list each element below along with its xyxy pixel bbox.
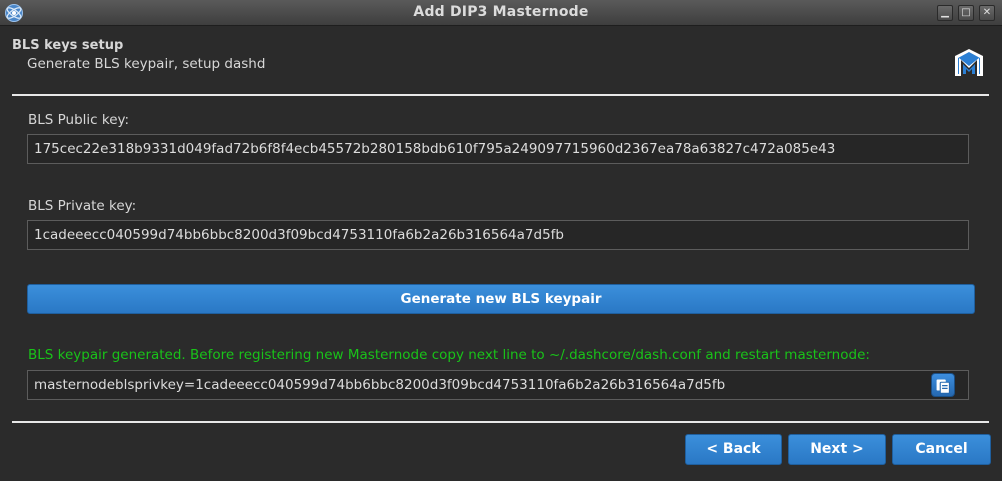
cancel-button[interactable]: Cancel [892,434,991,465]
page-subtitle: Generate BLS keypair, setup dashd [27,56,266,72]
copy-icon [936,379,950,394]
maximize-button[interactable]: □ [958,5,974,21]
public-key-field[interactable]: 175cec22e318b9331d049fad72b6f8f4ecb45572… [27,134,969,164]
back-button[interactable]: < Back [685,434,782,465]
header-divider [12,94,989,96]
next-button[interactable]: Next > [788,434,886,465]
page-title: BLS keys setup [12,38,124,53]
private-key-label: BLS Private key: [28,198,137,214]
dash-logo-icon [955,49,983,76]
copy-button[interactable] [931,373,955,397]
minimize-button[interactable]: ▁ [937,5,953,21]
window-titlebar: Add DIP3 Masternode ▁ □ ✕ [0,0,1002,26]
config-line-field[interactable]: masternodeblsprivkey=1cadeeecc040599d74b… [27,370,969,400]
generate-keypair-button[interactable]: Generate new BLS keypair [27,284,975,314]
public-key-label: BLS Public key: [28,112,130,128]
window-title: Add DIP3 Masternode [413,4,589,20]
close-button[interactable]: ✕ [979,5,995,21]
private-key-field[interactable]: 1cadeeecc040599d74bb6bbc8200d3f09bcd4753… [27,220,969,250]
footer-divider [12,421,989,423]
status-message: BLS keypair generated. Before registerin… [28,347,870,363]
